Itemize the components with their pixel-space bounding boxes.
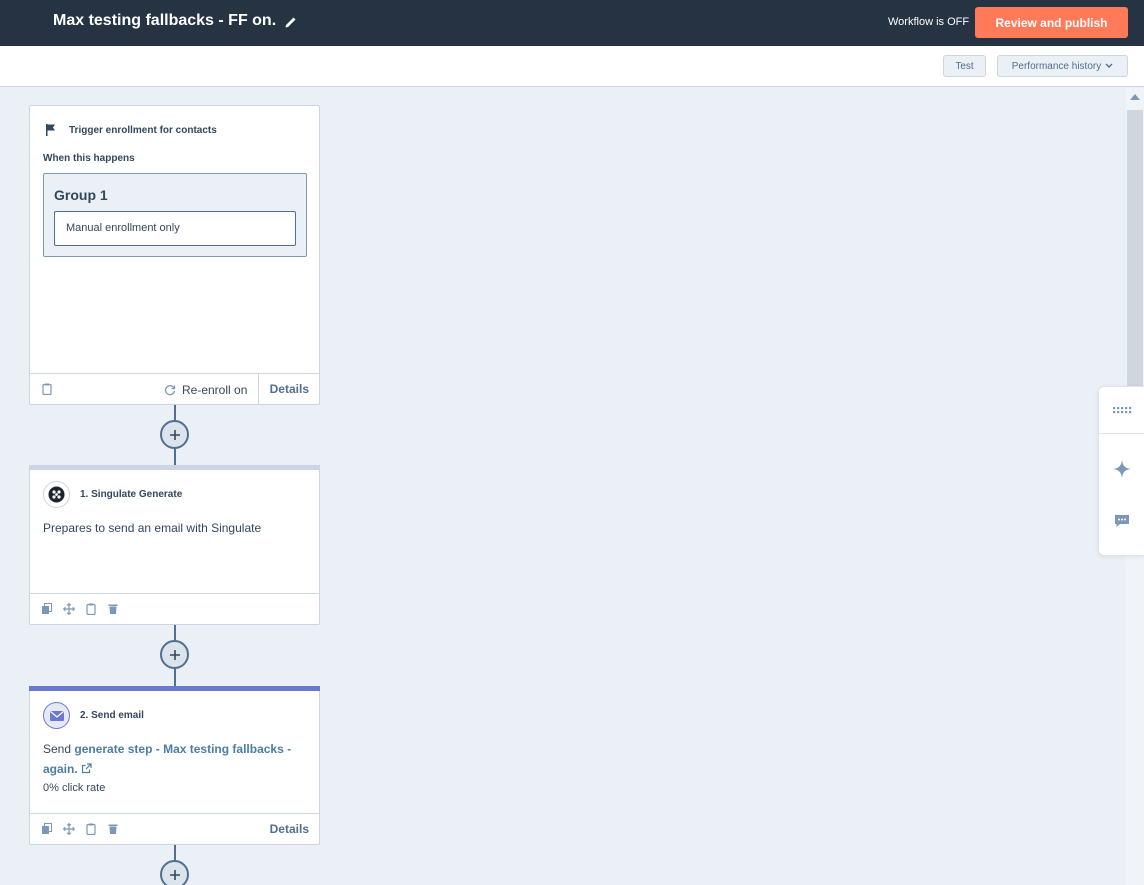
pencil-icon[interactable] [284, 15, 298, 29]
review-publish-button[interactable]: Review and publish [975, 7, 1128, 38]
keypad-grid-icon[interactable] [1112, 400, 1132, 420]
card-top-accent [29, 465, 320, 470]
action-description: Prepares to send an email with Singulate [43, 521, 262, 535]
singulate-generate-card[interactable]: 1. Singulate Generate Prepares to send a… [29, 465, 320, 625]
top-bar: Max testing fallbacks - FF on. Workflow … [0, 0, 1144, 46]
copy-icon[interactable] [41, 823, 53, 835]
refresh-icon [164, 384, 176, 395]
send-email-card[interactable]: 2. Send email Send generate step - Max t… [29, 686, 320, 845]
trigger-card[interactable]: Trigger enrollment for contacts When thi… [29, 105, 320, 405]
performance-history-button[interactable]: Performance history [997, 55, 1128, 77]
trash-icon[interactable] [107, 823, 119, 835]
plus-icon [169, 869, 180, 880]
add-action-button[interactable] [160, 860, 189, 885]
add-action-button[interactable] [160, 420, 189, 449]
sparkle-ai-icon[interactable] [1112, 459, 1132, 479]
copy-icon[interactable] [41, 603, 53, 615]
reenroll-label: Re-enroll on [182, 382, 248, 397]
reenroll-toggle[interactable]: Re-enroll on [164, 374, 247, 405]
email-details-link[interactable]: Details [270, 822, 309, 836]
click-rate: 0% click rate [43, 782, 106, 794]
plus-icon [169, 649, 180, 660]
panel-divider [1099, 433, 1144, 434]
send-prefix: Send [43, 742, 72, 756]
plus-icon [169, 429, 180, 440]
workflow-title[interactable]: Max testing fallbacks - FF on. [53, 12, 276, 30]
action-footer: Details [30, 813, 319, 844]
email-envelope-icon [43, 702, 70, 729]
footer-divider [258, 374, 259, 405]
flag-icon [46, 124, 55, 136]
chevron-down-icon [1105, 63, 1113, 68]
chat-feedback-icon[interactable] [1112, 511, 1132, 531]
email-description: Send generate step - Max testing fallbac… [43, 739, 313, 779]
workflow-status: Workflow is OFF [888, 16, 970, 28]
move-icon[interactable] [63, 603, 75, 615]
group-title: Group 1 [54, 187, 108, 203]
performance-history-label: Performance history [1011, 60, 1102, 72]
trash-icon[interactable] [107, 603, 119, 615]
action-footer [30, 593, 319, 624]
external-link-icon[interactable] [81, 763, 92, 774]
enrollment-filter[interactable]: Manual enrollment only [54, 211, 296, 246]
singulate-logo-icon [43, 481, 70, 508]
action-title: 2. Send email [80, 710, 144, 721]
sub-toolbar: Test Performance history [0, 46, 1144, 87]
action-title: 1. Singulate Generate [80, 489, 183, 500]
card-top-accent [29, 686, 320, 691]
clipboard-icon[interactable] [85, 823, 97, 835]
filter-group[interactable]: Group 1 Manual enrollment only [43, 173, 307, 257]
test-button[interactable]: Test [943, 55, 986, 77]
trigger-details-link[interactable]: Details [270, 382, 309, 396]
add-action-button[interactable] [160, 640, 189, 669]
side-tools-panel [1098, 386, 1144, 556]
trigger-title: Trigger enrollment for contacts [69, 125, 217, 136]
clipboard-icon[interactable] [41, 383, 53, 395]
scroll-up-arrow-icon[interactable] [1130, 94, 1140, 100]
when-this-happens-label: When this happens [43, 153, 135, 164]
scroll-thumb[interactable] [1127, 110, 1143, 420]
clipboard-icon[interactable] [85, 603, 97, 615]
move-icon[interactable] [63, 823, 75, 835]
trigger-footer: Re-enroll on Details [30, 373, 319, 405]
